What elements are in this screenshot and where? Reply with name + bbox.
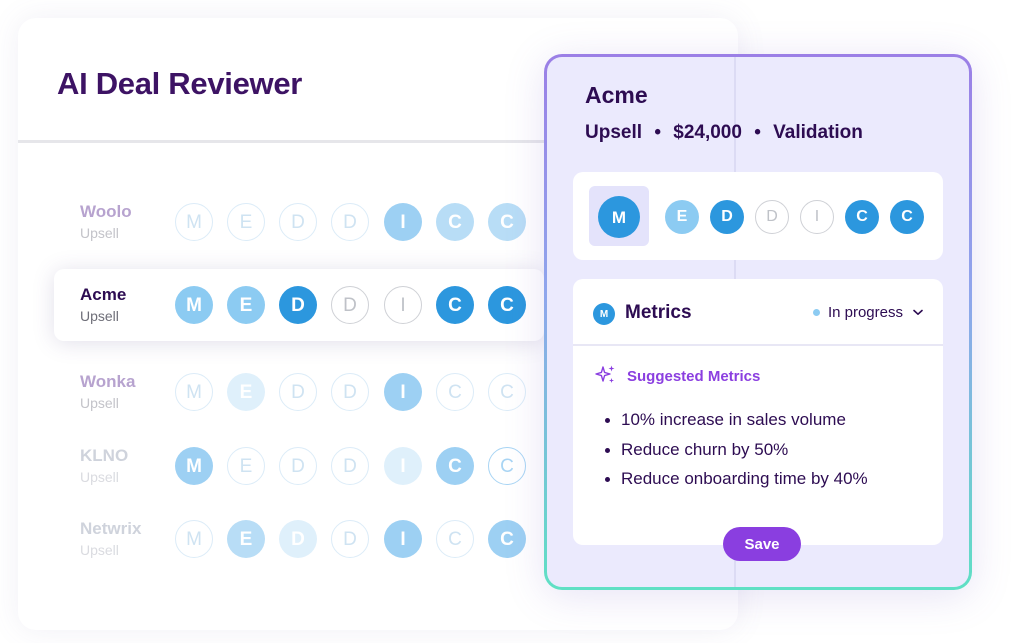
deal-type: Upsell bbox=[80, 395, 119, 411]
meddicc-c2[interactable]: C bbox=[488, 373, 526, 411]
deal-detail-type: Upsell bbox=[585, 122, 643, 143]
sparkle-icon bbox=[595, 365, 615, 383]
meddicc-d[interactable]: D bbox=[279, 203, 317, 241]
meddicc-c[interactable]: C bbox=[436, 520, 474, 558]
list-item: Reduce churn by 50% bbox=[603, 439, 868, 469]
meddicc-m[interactable]: M bbox=[175, 373, 213, 411]
meddicc-c[interactable]: C bbox=[436, 286, 474, 324]
meddicc-c[interactable]: C bbox=[436, 203, 474, 241]
meddicc-step-e[interactable]: E bbox=[665, 200, 699, 234]
meddicc-i[interactable]: I bbox=[384, 373, 422, 411]
chevron-down-icon bbox=[913, 309, 923, 315]
metrics-badge: M bbox=[593, 303, 615, 325]
meddicc-i[interactable]: I bbox=[384, 520, 422, 558]
meddicc-c2[interactable]: C bbox=[488, 203, 526, 241]
suggested-metrics-label: Suggested Metrics bbox=[627, 368, 761, 385]
deal-type: Upsell bbox=[80, 542, 119, 558]
deal-name: KLNO bbox=[80, 446, 129, 465]
meddicc-i[interactable]: I bbox=[384, 447, 422, 485]
meddicc-d[interactable]: D bbox=[279, 447, 317, 485]
metrics-divider bbox=[573, 344, 943, 346]
meddicc-e[interactable]: E bbox=[227, 447, 265, 485]
meddicc-m[interactable]: M bbox=[175, 286, 213, 324]
meddicc-d[interactable]: D bbox=[279, 286, 317, 324]
meddicc-e[interactable]: E bbox=[227, 520, 265, 558]
deal-type: Upsell bbox=[80, 308, 119, 324]
status-dot-icon bbox=[812, 309, 820, 316]
meddicc-d2[interactable]: D bbox=[331, 520, 369, 558]
deal-type: Upsell bbox=[80, 225, 119, 241]
deal-row-wonka[interactable]: Wonka Upsell M E D D I C C bbox=[54, 356, 544, 428]
deal-name: Netwrix bbox=[80, 519, 142, 538]
meddicc-step-c[interactable]: C bbox=[845, 200, 879, 234]
meddicc-m[interactable]: M bbox=[175, 520, 213, 558]
meddicc-step-d[interactable]: D bbox=[710, 200, 744, 234]
meddicc-d2[interactable]: D bbox=[331, 373, 369, 411]
meddicc-c[interactable]: C bbox=[436, 447, 474, 485]
save-button[interactable]: Save bbox=[723, 527, 801, 561]
meddicc-i[interactable]: I bbox=[384, 286, 422, 324]
meddicc-m[interactable]: M bbox=[175, 203, 213, 241]
suggested-metrics-list: 10% increase in sales volume Reduce chur… bbox=[603, 409, 868, 498]
deal-row-netwrix[interactable]: Netwrix Upsell M E D D I C C bbox=[54, 503, 544, 575]
separator-dot: • bbox=[754, 122, 761, 143]
meddicc-c2[interactable]: C bbox=[488, 286, 526, 324]
meddicc-d2[interactable]: D bbox=[331, 203, 369, 241]
list-item: Reduce onboarding time by 40% bbox=[603, 468, 868, 498]
status-label: In progress bbox=[827, 304, 903, 321]
deal-name: Woolo bbox=[80, 202, 132, 221]
meddicc-d2[interactable]: D bbox=[331, 447, 369, 485]
deal-detail-stage: Validation bbox=[773, 122, 863, 143]
list-item: 10% increase in sales volume bbox=[603, 409, 868, 439]
deal-row-woolo[interactable]: Woolo Upsell M E D D I C C bbox=[54, 186, 544, 258]
meddicc-selector: M E D D I C C bbox=[573, 172, 943, 260]
meddicc-d[interactable]: D bbox=[279, 520, 317, 558]
deal-detail-title: Acme bbox=[585, 82, 648, 108]
deal-detail-panel: Acme Upsell • $24,000 • Validation M E D… bbox=[544, 54, 972, 590]
meddicc-step-d2[interactable]: D bbox=[755, 200, 789, 234]
meddicc-e[interactable]: E bbox=[227, 203, 265, 241]
meddicc-m[interactable]: M bbox=[175, 447, 213, 485]
meddicc-step-i[interactable]: I bbox=[800, 200, 834, 234]
meddicc-step-c2[interactable]: C bbox=[890, 200, 924, 234]
deal-detail-panel-body: Acme Upsell • $24,000 • Validation M E D… bbox=[547, 57, 969, 587]
metrics-section: M Metrics In progress Suggested Metrics … bbox=[573, 279, 943, 545]
meddicc-i[interactable]: I bbox=[384, 203, 422, 241]
deal-row-klno[interactable]: KLNO Upsell M E D D I C C bbox=[54, 430, 544, 502]
deal-name: Acme bbox=[80, 285, 127, 304]
meddicc-d[interactable]: D bbox=[279, 373, 317, 411]
app-title: AI Deal Reviewer bbox=[57, 66, 303, 101]
meddicc-c[interactable]: C bbox=[436, 373, 474, 411]
meddicc-e[interactable]: E bbox=[227, 373, 265, 411]
deal-detail-subtitle: Upsell • $24,000 • Validation bbox=[585, 122, 863, 144]
deal-type: Upsell bbox=[80, 469, 119, 485]
meddicc-c2[interactable]: C bbox=[488, 520, 526, 558]
meddicc-d2[interactable]: D bbox=[331, 286, 369, 324]
deal-name: Wonka bbox=[80, 372, 136, 391]
separator-dot: • bbox=[654, 122, 661, 143]
deal-detail-amount: $24,000 bbox=[673, 122, 742, 143]
meddicc-e[interactable]: E bbox=[227, 286, 265, 324]
deal-row-acme[interactable]: Acme Upsell M E D D I C C bbox=[54, 269, 544, 341]
meddicc-step-m[interactable]: M bbox=[598, 196, 640, 238]
meddicc-c2[interactable]: C bbox=[488, 447, 526, 485]
status-dropdown[interactable]: In progress bbox=[812, 304, 923, 321]
metrics-title: Metrics bbox=[625, 302, 692, 323]
